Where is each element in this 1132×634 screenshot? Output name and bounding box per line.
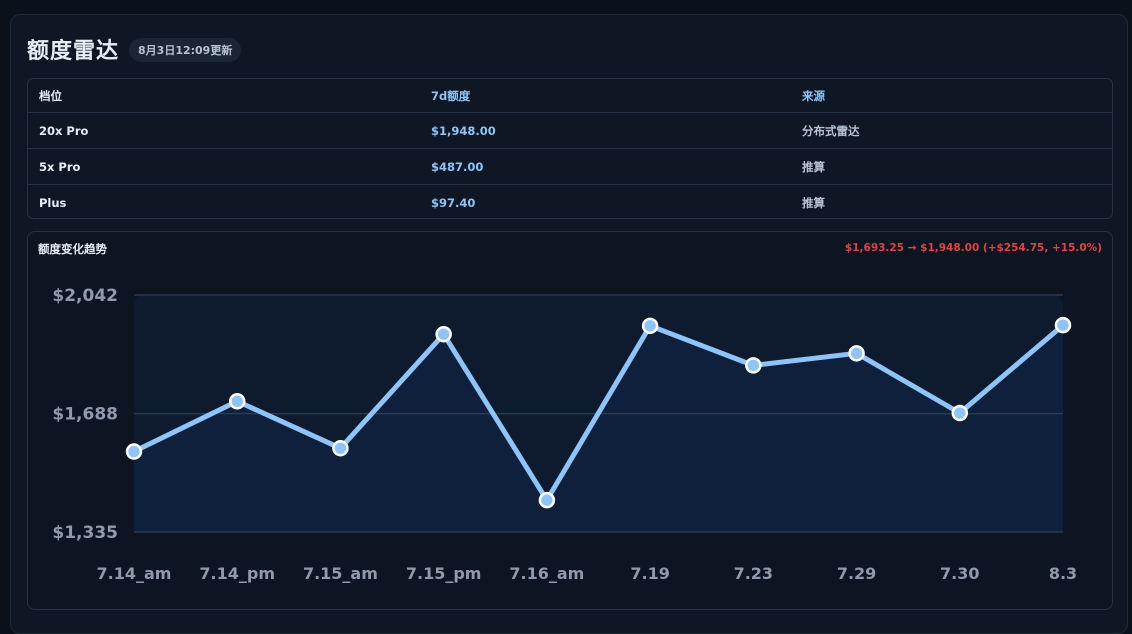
chart-title: 额度变化趋势 xyxy=(38,242,107,256)
quota-cell: $97.40 xyxy=(431,195,476,210)
data-point xyxy=(435,325,452,343)
data-point xyxy=(641,317,659,335)
data-point xyxy=(228,393,246,410)
x-tick-label: 7.15_pm xyxy=(406,564,482,583)
page-title: 额度雷达 xyxy=(27,39,120,64)
tier-cell: 5x Pro xyxy=(39,159,81,174)
data-point xyxy=(951,404,969,422)
table-row: 5x Pro $487.00 推算 xyxy=(28,149,1112,185)
tier-cell: Plus xyxy=(39,195,67,210)
quota-radar-panel: 额度雷达 8月3日12:09更新 档位 7d额度 来源 20x Pro $1,9… xyxy=(10,14,1128,634)
trend-chart: $1,335 $1,688 $2,042 7.14_am 7.14_pm 7.15_am 7… xyxy=(52,286,1077,583)
column-header-tier: 档位 xyxy=(39,88,62,103)
y-tick-label: $1,688 xyxy=(52,405,118,425)
data-point xyxy=(332,439,349,457)
x-tick-label: 7.30 xyxy=(940,564,979,583)
header: 额度雷达 8月3日12:09更新 xyxy=(27,33,242,65)
x-tick-label: 7.19 xyxy=(630,564,669,583)
quota-cell: $487.00 xyxy=(431,159,484,174)
x-tick-label: 7.29 xyxy=(837,564,876,583)
x-tick-label: 7.16_am xyxy=(509,564,584,583)
quota-cell: $1,948.00 xyxy=(431,123,496,138)
data-point xyxy=(745,357,762,374)
data-point xyxy=(848,345,865,362)
data-point xyxy=(125,443,143,460)
x-tick-label: 7.14_am xyxy=(97,564,172,583)
x-tick-label: 7.14_pm xyxy=(199,564,275,583)
quota-table: 档位 7d额度 来源 20x Pro $1,948.00 分布式雷达 5x Pr… xyxy=(27,78,1113,219)
updated-badge: 8月3日12:09更新 xyxy=(129,38,242,62)
table-header-row: 档位 7d额度 来源 xyxy=(28,79,1112,113)
y-tick-label: $2,042 xyxy=(52,286,118,306)
source-cell: 分布式雷达 xyxy=(802,123,860,138)
column-header-quota: 7d额度 xyxy=(431,88,471,103)
source-cell: 推算 xyxy=(802,159,825,174)
trend-chart-card: $1,335 $1,688 $2,042 7.14_am 7.14_pm 7.15_am 7… xyxy=(27,231,1113,610)
table-row: Plus $97.40 推算 xyxy=(28,185,1112,218)
change-summary: $1,693.25 → $1,948.00 (+$254.75, +15.0%) xyxy=(844,242,1102,254)
column-header-source: 来源 xyxy=(802,88,825,103)
tier-cell: 20x Pro xyxy=(39,123,89,138)
y-tick-label: $1,335 xyxy=(52,523,118,543)
table-row: 20x Pro $1,948.00 分布式雷达 xyxy=(28,113,1112,149)
data-point xyxy=(538,491,556,509)
x-tick-label: 8.3 xyxy=(1049,564,1077,583)
x-tick-label: 7.23 xyxy=(734,564,773,583)
source-cell: 推算 xyxy=(802,195,825,210)
x-tick-label: 7.15_am xyxy=(303,564,378,583)
data-point xyxy=(1054,316,1072,334)
